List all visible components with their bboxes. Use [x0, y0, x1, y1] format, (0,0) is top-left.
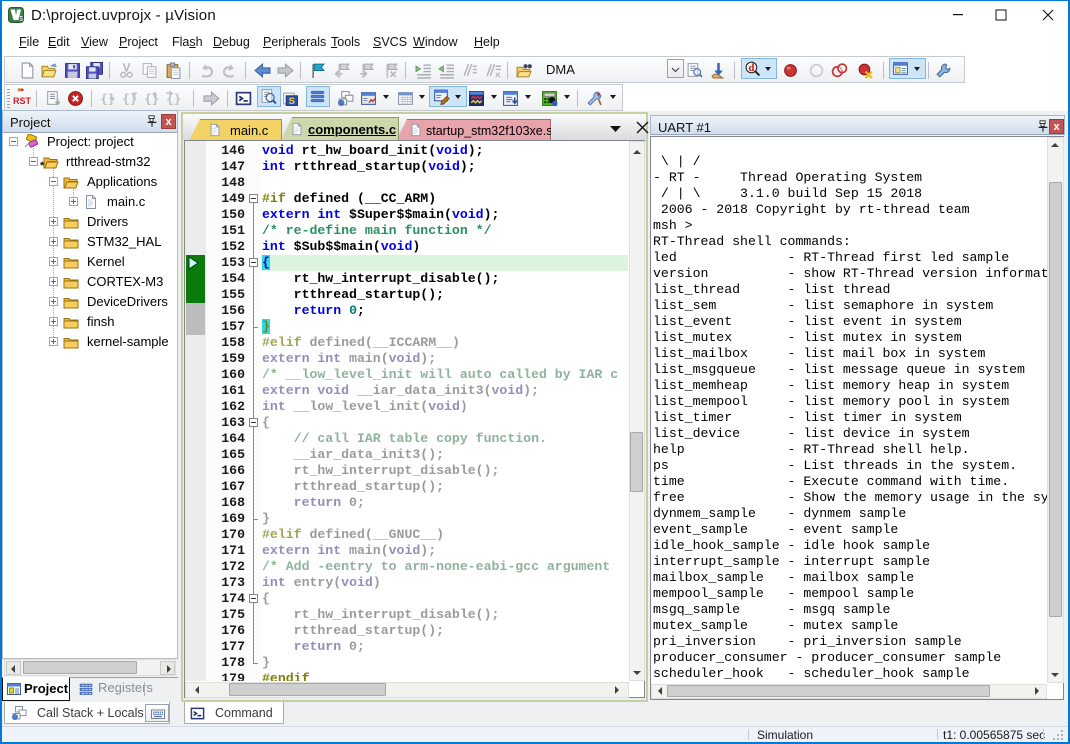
svg-text:d: d: [748, 63, 754, 74]
svg-text:5: 5: [20, 15, 24, 23]
svg-text:{}: {}: [166, 92, 181, 107]
svg-text:S: S: [289, 96, 295, 107]
svg-text:{}: {}: [144, 92, 159, 107]
